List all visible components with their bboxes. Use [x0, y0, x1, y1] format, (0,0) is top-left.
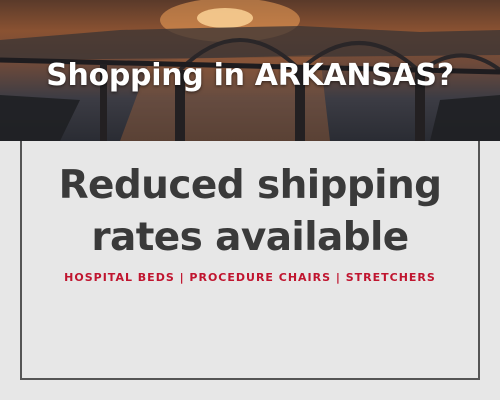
- offer-headline-line1: Reduced shipping: [58, 163, 442, 208]
- product-categories: HOSPITAL BEDS | PROCEDURE CHAIRS | STRET…: [64, 271, 436, 284]
- hero-title: Shopping in ARKANSAS?: [46, 58, 454, 93]
- offer-headline-line2: rates available: [91, 215, 409, 260]
- hero-banner: Shopping in ARKANSAS?: [0, 0, 500, 141]
- offer-headline: Reduced shipping rates available: [0, 160, 500, 264]
